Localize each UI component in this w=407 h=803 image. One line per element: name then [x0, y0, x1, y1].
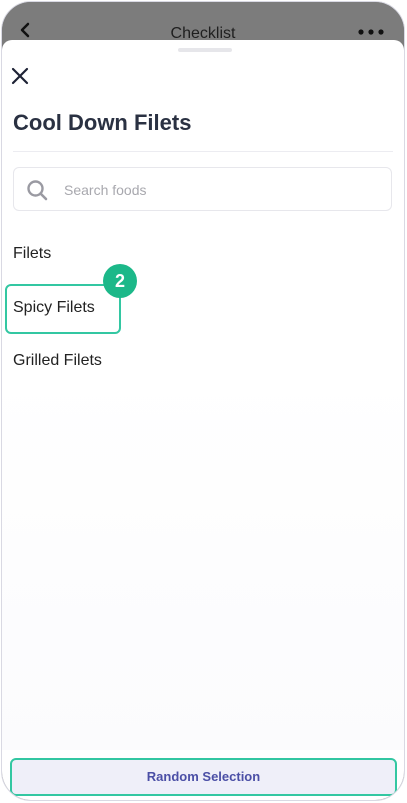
- close-icon[interactable]: [10, 66, 30, 86]
- random-selection-button[interactable]: Random Selection: [10, 758, 397, 796]
- food-item-grilled-filets[interactable]: Grilled Filets: [13, 352, 102, 370]
- step-badge: 2: [103, 264, 137, 298]
- food-item-spicy-filets[interactable]: Spicy Filets: [13, 299, 95, 317]
- divider: [13, 151, 393, 152]
- sheet-title: Cool Down Filets: [13, 110, 192, 135]
- sheet-grabber[interactable]: [178, 48, 232, 52]
- search-icon: [27, 180, 48, 201]
- food-item-filets[interactable]: Filets: [13, 245, 51, 263]
- bottom-sheet: Cool Down Filets Filets Spicy Filets 2 G…: [2, 40, 404, 800]
- search-field[interactable]: [13, 167, 392, 211]
- search-input[interactable]: [62, 178, 346, 202]
- phone-frame: Checklist Cool Down Filets Filets Spicy …: [1, 1, 405, 801]
- list-background: [2, 370, 404, 750]
- top-bar: Checklist: [2, 2, 404, 44]
- more-options-icon[interactable]: [358, 29, 384, 35]
